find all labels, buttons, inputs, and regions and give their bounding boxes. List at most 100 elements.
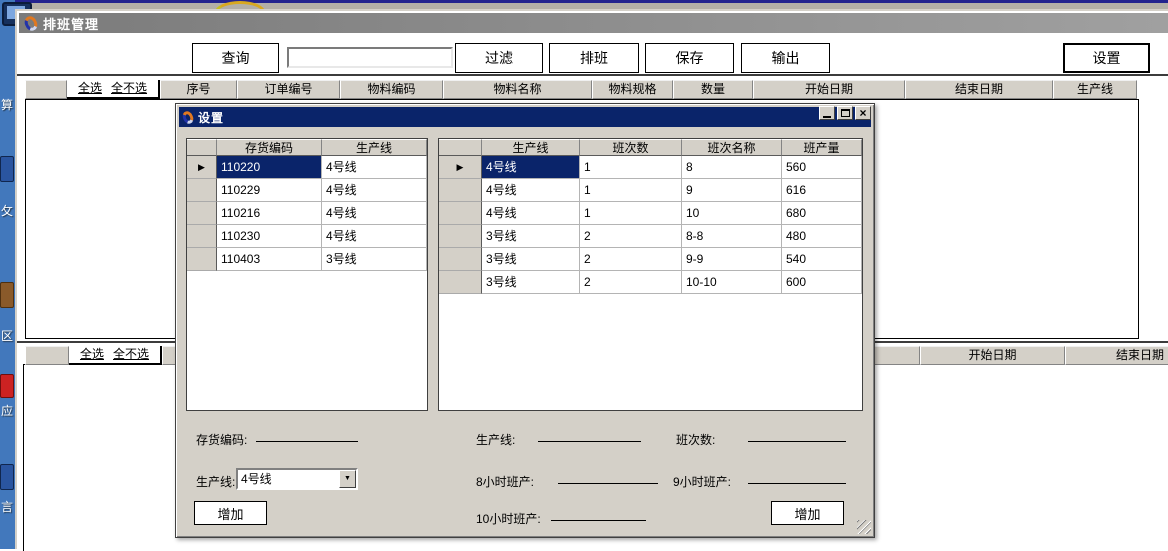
cell[interactable]: 110216 [217, 202, 322, 225]
cell[interactable]: 3号线 [482, 225, 580, 248]
desktop-icon[interactable] [0, 282, 14, 308]
cell[interactable]: 2 [580, 271, 682, 294]
combobox-value: 4号线 [241, 471, 272, 487]
minimize-button[interactable] [819, 106, 835, 120]
app-logo-icon [22, 14, 39, 33]
production-line-field[interactable] [538, 428, 641, 442]
select-none-link[interactable]: 全不选 [111, 80, 147, 97]
row-selector[interactable] [187, 202, 217, 225]
row-selector[interactable] [187, 179, 217, 202]
add-shift-button[interactable]: 增加 [771, 501, 844, 525]
row-selector[interactable] [187, 225, 217, 248]
cell[interactable]: 2 [580, 248, 682, 271]
inventory-code-field[interactable] [256, 428, 358, 442]
cell[interactable]: 110230 [217, 225, 322, 248]
cell[interactable]: 8 [682, 156, 782, 179]
resize-grip[interactable] [857, 520, 871, 534]
shift9-field[interactable] [748, 470, 846, 484]
cell[interactable]: 560 [782, 156, 862, 179]
background-window-edge [15, 0, 1168, 3]
production-line-combo-label: 生产线: [196, 473, 235, 490]
cell[interactable]: 480 [782, 225, 862, 248]
cell[interactable]: 616 [782, 179, 862, 202]
row-selector[interactable] [439, 271, 482, 294]
desktop-icon-label: 应 [1, 402, 13, 419]
close-button[interactable]: × [855, 106, 871, 120]
shift8-field[interactable] [558, 470, 658, 484]
save-button[interactable]: 保存 [645, 43, 734, 73]
grid-column-header[interactable]: 班次名称 [682, 139, 782, 156]
cell[interactable]: 2 [580, 225, 682, 248]
row-selector[interactable] [439, 248, 482, 271]
cell[interactable]: 3号线 [322, 248, 427, 271]
shift8-label: 8小时班产: [476, 473, 534, 490]
cell[interactable]: 4号线 [322, 156, 427, 179]
settings-button[interactable]: 设置 [1063, 43, 1150, 73]
row-selector[interactable] [439, 202, 482, 225]
desktop-icon[interactable] [0, 374, 14, 398]
row-selector[interactable]: ▶ [439, 156, 482, 179]
row-selector[interactable] [187, 248, 217, 271]
row-selector[interactable] [439, 179, 482, 202]
grid-column-header[interactable]: 生产线 [322, 139, 427, 156]
cell[interactable]: 10-10 [682, 271, 782, 294]
select-none-link[interactable]: 全不选 [113, 346, 149, 363]
search-input[interactable] [287, 47, 453, 68]
cell[interactable]: 4号线 [482, 179, 580, 202]
desktop-icon-label: 攵 [1, 202, 13, 219]
row-selector[interactable] [439, 225, 482, 248]
grid-column-header[interactable]: 班次数 [580, 139, 682, 156]
cell[interactable]: 1 [580, 202, 682, 225]
orders-table-header: 全选全不选序号订单编号物料编码物料名称物料规格数量开始日期结束日期生产线 [25, 80, 1139, 99]
minimize-icon [823, 116, 831, 118]
desktop-icon-label: 区 [1, 327, 13, 344]
filter-button[interactable]: 过滤 [455, 43, 543, 73]
cell[interactable]: 600 [782, 271, 862, 294]
cell[interactable]: 110220 [217, 156, 322, 179]
cell[interactable]: 4号线 [322, 202, 427, 225]
cell[interactable]: 1 [580, 156, 682, 179]
cell[interactable]: 10 [682, 202, 782, 225]
row-selector[interactable]: ▶ [187, 156, 217, 179]
column-header: 物料编码 [340, 80, 443, 99]
select-all-link[interactable]: 全选 [80, 346, 104, 363]
cell[interactable]: 3号线 [482, 248, 580, 271]
cell[interactable]: 110229 [217, 179, 322, 202]
settings-dialog: 设置 × 存货编码生产线▶1102204号线1102294号线1102164号线… [175, 103, 875, 538]
cell[interactable]: 3号线 [482, 271, 580, 294]
cell[interactable]: 8-8 [682, 225, 782, 248]
shift-count-field[interactable] [748, 428, 846, 442]
dialog-logo-icon [181, 109, 196, 125]
cell[interactable]: 9 [682, 179, 782, 202]
chevron-down-icon[interactable]: ▼ [339, 470, 356, 488]
add-inventory-button[interactable]: 增加 [194, 501, 267, 525]
schedule-button[interactable]: 排班 [549, 43, 639, 73]
cell[interactable]: 680 [782, 202, 862, 225]
cell[interactable]: 540 [782, 248, 862, 271]
production-line-combobox[interactable]: 4号线 ▼ [236, 468, 358, 490]
column-header: 物料名称 [443, 80, 592, 99]
query-button[interactable]: 查询 [192, 43, 279, 73]
select-all-link[interactable]: 全选 [78, 80, 102, 97]
cell[interactable]: 4号线 [482, 202, 580, 225]
grid-column-header[interactable]: 生产线 [482, 139, 580, 156]
shift10-field[interactable] [551, 507, 646, 521]
maximize-button[interactable] [837, 106, 853, 120]
cell[interactable]: 4号线 [482, 156, 580, 179]
cell[interactable]: 4号线 [322, 225, 427, 248]
maximize-icon [841, 109, 850, 117]
desktop-icon[interactable] [0, 156, 14, 182]
cell[interactable]: 9-9 [682, 248, 782, 271]
cell[interactable]: 110403 [217, 248, 322, 271]
cell[interactable]: 4号线 [322, 179, 427, 202]
grid-column-header[interactable]: 班产量 [782, 139, 862, 156]
app-title: 排班管理 [43, 14, 99, 33]
header-blank-cell [25, 346, 69, 365]
cell[interactable]: 1 [580, 179, 682, 202]
grid-column-header[interactable]: 存货编码 [217, 139, 322, 156]
desktop-icon[interactable] [0, 464, 14, 490]
row-selector-header [439, 139, 482, 156]
desktop-icon-label: 言 [1, 498, 13, 515]
export-button[interactable]: 输出 [741, 43, 830, 73]
column-header: 生产线 [1053, 80, 1137, 99]
